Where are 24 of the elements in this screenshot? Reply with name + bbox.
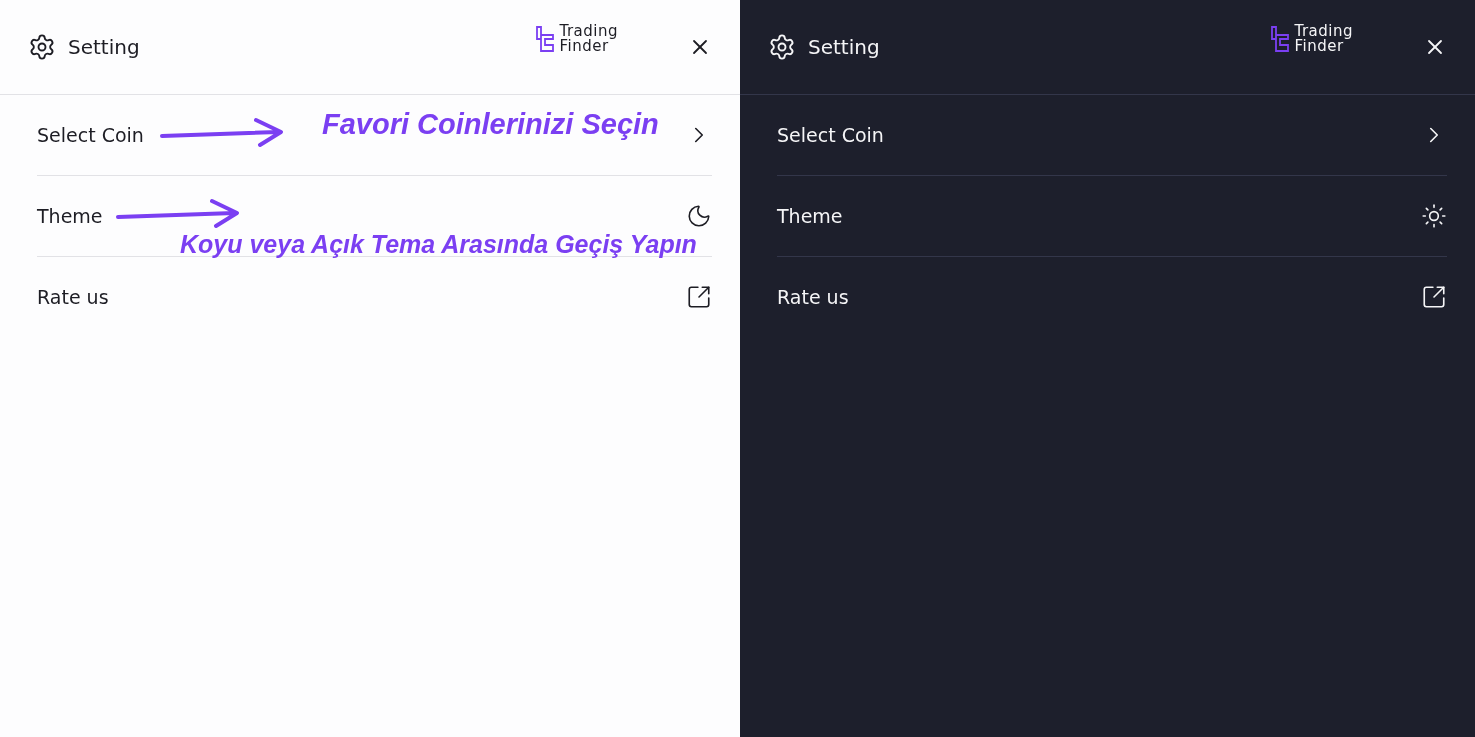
menu-item-label: Rate us [777, 286, 849, 308]
logo-icon [1270, 25, 1291, 53]
menu-item-label: Select Coin [37, 124, 144, 146]
logo-text: Trading Finder [1294, 24, 1353, 54]
external-link-icon[interactable] [686, 284, 712, 310]
menu-item-label: Theme [777, 205, 843, 227]
menu-item[interactable]: Rate us [37, 257, 712, 337]
panel-title: Setting [808, 35, 881, 59]
settings-icon [28, 33, 56, 61]
sun-icon[interactable] [1421, 203, 1447, 229]
external-link-icon[interactable] [1421, 284, 1447, 310]
panel-title: Setting [68, 35, 141, 59]
annotation-text: Favori Coinlerinizi Seçin [322, 108, 659, 141]
menu-item[interactable]: Rate us [777, 257, 1447, 337]
menu-item-label: Select Coin [777, 124, 884, 146]
menu-item-label: Rate us [37, 286, 109, 308]
annotation-text: Koyu veya Açık Tema Arasında Geçiş Yapın [180, 230, 697, 259]
logo-text: Trading Finder [559, 24, 618, 54]
logo-icon [535, 25, 556, 53]
menu-item[interactable]: Select Coin [777, 95, 1447, 176]
menu-item[interactable]: Theme [777, 176, 1447, 257]
moon-icon[interactable] [686, 203, 712, 229]
settings-icon [768, 33, 796, 61]
menu-item-label: Theme [37, 205, 103, 227]
